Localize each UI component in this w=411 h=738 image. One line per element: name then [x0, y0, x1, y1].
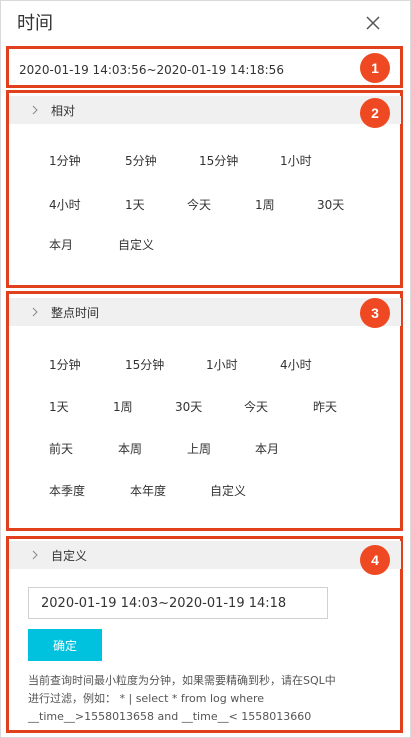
relative-section-label: 相对 — [51, 103, 76, 118]
whole-option-custom[interactable]: 自定义 — [210, 483, 246, 499]
whole-option-4hour[interactable]: 4小时 — [280, 357, 312, 373]
time-picker-dialog: 时间 2020-01-19 14:03:56~2020-01-19 14:18:… — [0, 0, 411, 738]
relative-option-today[interactable]: 今天 — [187, 197, 211, 213]
note-line-1: 当前查询时间最小粒度为分钟，如果需要精确到秒，请在SQL中 — [28, 674, 336, 687]
relative-option-custom[interactable]: 自定义 — [118, 237, 154, 253]
relative-option-this-month[interactable]: 本月 — [49, 237, 73, 253]
badge-2: 2 — [360, 98, 390, 128]
whole-option-30day[interactable]: 30天 — [175, 399, 202, 415]
dialog-title: 时间 — [17, 13, 53, 34]
badge-3: 3 — [360, 298, 390, 328]
note-line-2: 进行过滤，例如： * | select * from log where — [28, 692, 265, 705]
chevron-right-icon — [29, 549, 41, 561]
whole-option-1week[interactable]: 1周 — [113, 399, 133, 415]
chevron-right-icon — [29, 104, 41, 116]
whole-option-this-week[interactable]: 本周 — [118, 441, 142, 457]
relative-option-1week[interactable]: 1周 — [255, 197, 275, 213]
relative-option-4hour[interactable]: 4小时 — [49, 197, 81, 213]
whole-option-this-year[interactable]: 本年度 — [130, 483, 166, 499]
custom-section-label: 自定义 — [51, 548, 88, 563]
custom-range-input[interactable]: 2020-01-19 14:03~2020-01-19 14:18 — [28, 587, 328, 619]
close-icon[interactable] — [365, 15, 385, 35]
whole-option-today[interactable]: 今天 — [244, 399, 268, 415]
relative-option-15min[interactable]: 15分钟 — [199, 153, 238, 169]
badge-4: 4 — [360, 545, 390, 575]
relative-option-5min[interactable]: 5分钟 — [125, 153, 157, 169]
whole-time-section-header[interactable]: 整点时间 — [9, 298, 401, 326]
whole-option-last-week[interactable]: 上周 — [187, 441, 211, 457]
whole-option-1day[interactable]: 1天 — [49, 399, 69, 415]
relative-option-30day[interactable]: 30天 — [317, 197, 344, 213]
confirm-button[interactable]: 确定 — [28, 629, 102, 661]
current-range-text: 2020-01-19 14:03:56~2020-01-19 14:18:56 — [19, 63, 284, 77]
note-line-3: __time__>1558013658 and __time__< 155801… — [28, 710, 312, 723]
relative-section-header[interactable]: 相对 — [9, 96, 401, 124]
granularity-note: 当前查询时间最小粒度为分钟，如果需要精确到秒，请在SQL中 进行过滤，例如： *… — [28, 672, 378, 726]
whole-option-15min[interactable]: 15分钟 — [125, 357, 164, 373]
whole-option-1hour[interactable]: 1小时 — [206, 357, 238, 373]
badge-1: 1 — [360, 53, 390, 83]
whole-option-this-month[interactable]: 本月 — [255, 441, 279, 457]
whole-time-section-label: 整点时间 — [51, 305, 100, 320]
whole-option-day-before[interactable]: 前天 — [49, 441, 73, 457]
relative-option-1min[interactable]: 1分钟 — [49, 153, 81, 169]
chevron-right-icon — [29, 306, 41, 318]
relative-option-1hour[interactable]: 1小时 — [280, 153, 312, 169]
custom-section-header[interactable]: 自定义 — [9, 541, 401, 569]
relative-option-1day[interactable]: 1天 — [125, 197, 145, 213]
whole-option-1min[interactable]: 1分钟 — [49, 357, 81, 373]
whole-option-this-quarter[interactable]: 本季度 — [49, 483, 85, 499]
whole-option-yesterday[interactable]: 昨天 — [313, 399, 337, 415]
